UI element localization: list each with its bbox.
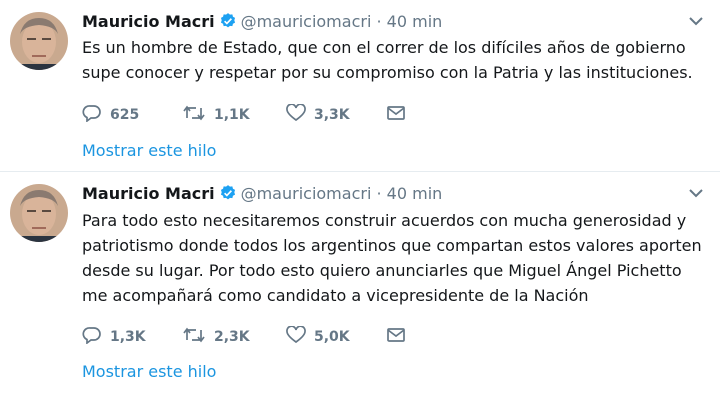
retweet-icon <box>182 326 214 348</box>
reply-count: 625 <box>110 107 140 123</box>
retweet-count: 1,1K <box>214 107 250 123</box>
heart-icon <box>286 103 314 126</box>
like-count: 3,3K <box>314 107 350 123</box>
author-handle[interactable]: @mauriciomacri <box>241 184 372 203</box>
avatar[interactable] <box>10 12 68 70</box>
reply-button[interactable]: 1,3K <box>82 326 146 348</box>
direct-message-button[interactable] <box>386 104 414 126</box>
like-button[interactable]: 5,0K <box>286 325 350 348</box>
avatar[interactable] <box>10 184 68 242</box>
tweet[interactable]: Mauricio Macri @mauriciomacri · 40 min Es… <box>0 0 720 172</box>
reply-icon <box>82 104 110 126</box>
author-name[interactable]: Mauricio Macri <box>82 184 215 203</box>
envelope-icon <box>386 326 414 348</box>
author-name[interactable]: Mauricio Macri <box>82 12 215 31</box>
retweet-count: 2,3K <box>214 329 250 345</box>
tweet-header: Mauricio Macri @mauriciomacri · 40 min <box>82 11 442 36</box>
like-count: 5,0K <box>314 329 350 345</box>
reply-icon <box>82 326 110 348</box>
retweet-icon <box>182 104 214 126</box>
direct-message-button[interactable] <box>386 326 414 348</box>
tweet-text: Es un hombre de Estado, que con el corre… <box>82 38 693 82</box>
tweet-text: Para todo esto necesitaremos construir a… <box>82 211 702 305</box>
retweet-button[interactable]: 2,3K <box>182 326 250 348</box>
show-thread-link[interactable]: Mostrar este hilo <box>82 140 216 162</box>
heart-icon <box>286 325 314 348</box>
tweet[interactable]: Mauricio Macri @mauriciomacri · 40 min Pa… <box>0 172 720 405</box>
timestamp[interactable]: 40 min <box>387 184 443 203</box>
tweet-header: Mauricio Macri @mauriciomacri · 40 min <box>82 183 442 208</box>
reply-button[interactable]: 625 <box>82 104 139 126</box>
retweet-button[interactable]: 1,1K <box>182 104 250 126</box>
author-handle[interactable]: @mauriciomacri <box>241 12 372 31</box>
timestamp[interactable]: 40 min <box>387 12 443 31</box>
chevron-down-icon[interactable] <box>686 184 706 202</box>
chevron-down-icon[interactable] <box>686 12 706 30</box>
like-button[interactable]: 3,3K <box>286 103 350 126</box>
separator: · <box>376 12 382 31</box>
verified-badge-icon <box>219 184 237 208</box>
separator: · <box>376 184 382 203</box>
envelope-icon <box>386 104 414 126</box>
show-thread-link[interactable]: Mostrar este hilo <box>82 361 216 383</box>
reply-count: 1,3K <box>110 329 146 345</box>
verified-badge-icon <box>219 12 237 36</box>
